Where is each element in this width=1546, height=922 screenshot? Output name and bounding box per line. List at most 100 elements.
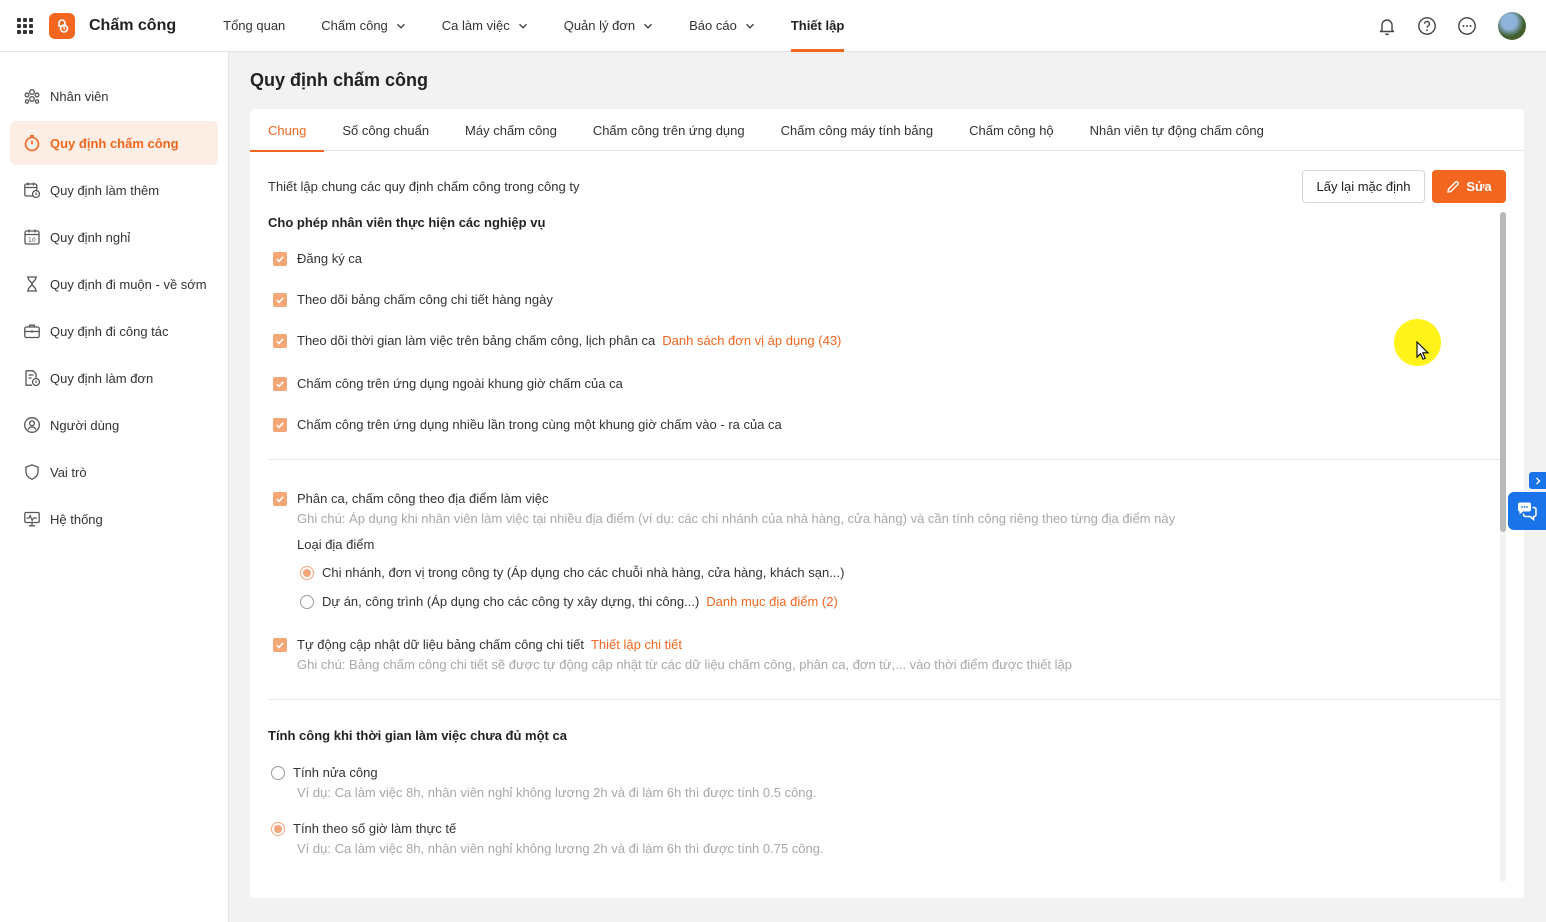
sidebar-item-nguoi-dung[interactable]: Người dùng <box>10 403 218 447</box>
option-note: Ghi chú: Bảng chấm công chi tiết sẽ được… <box>297 657 1072 672</box>
checkbox[interactable] <box>273 637 287 652</box>
radio-button[interactable] <box>300 565 314 580</box>
sidebar-item-quy-dinh-nghi[interactable]: 10 Quy định nghỉ <box>10 215 218 259</box>
checkbox[interactable] <box>273 491 287 506</box>
hourglass-icon <box>22 274 42 294</box>
option-note: Ghi chú: Áp dụng khi nhân viên làm việc … <box>297 511 1176 526</box>
tab-bar: Chung Số công chuẩn Máy chấm công Chấm c… <box>250 109 1524 152</box>
location-type-label: Loại địa điểm <box>297 537 375 552</box>
edit-button-label: Sửa <box>1466 179 1492 194</box>
nav-bao-cao[interactable]: Báo cáo <box>689 0 755 52</box>
sidebar-item-label: Quy định nghỉ <box>50 229 131 245</box>
tab-cham-cong-ung-dung[interactable]: Chấm công trên ứng dụng <box>593 109 745 151</box>
tab-cham-cong-may-tinh-bang[interactable]: Chấm công máy tính bảng <box>781 109 933 151</box>
tab-so-cong-chuan[interactable]: Số công chuẩn <box>342 109 429 151</box>
nav-thiet-lap[interactable]: Thiết lập <box>790 0 845 52</box>
bell-icon[interactable] <box>1376 15 1398 37</box>
nav-cham-cong[interactable]: Chấm công <box>321 0 405 52</box>
chevron-down-icon <box>745 23 754 29</box>
nav-label: Thiết lập <box>790 18 845 33</box>
checkbox[interactable] <box>273 333 287 348</box>
detail-settings-link[interactable]: Thiết lập chi tiết <box>591 637 682 652</box>
general-description: Thiết lập chung các quy định chấm công t… <box>268 179 580 194</box>
radio-button[interactable] <box>271 821 285 836</box>
sidebar: Nhân viên Quy định chấm công Quy định là… <box>0 52 229 922</box>
top-right-actions <box>1358 12 1526 40</box>
sidebar-item-vai-tro[interactable]: Vai trò <box>10 450 218 494</box>
top-nav: Tổng quan Chấm công Ca làm việc Quản lý … <box>223 0 880 52</box>
timer-icon <box>22 133 42 153</box>
section-title-permissions: Cho phép nhân viên thực hiện các nghiệp … <box>268 215 546 230</box>
user-circle-icon <box>22 415 42 435</box>
location-list-link[interactable]: Danh mục địa điểm (2) <box>706 594 838 609</box>
scrollbar-thumb[interactable] <box>1500 212 1506 532</box>
chat-icon[interactable] <box>1508 492 1546 530</box>
app-logo-icon <box>49 12 75 39</box>
nav-tong-quan[interactable]: Tổng quan <box>223 0 285 52</box>
radio-label: Chi nhánh, đơn vị trong công ty (Áp dụng… <box>322 565 845 580</box>
sidebar-item-quy-dinh-cham-cong[interactable]: Quy định chấm công <box>10 121 218 165</box>
section-title-incomplete-shift: Tính công khi thời gian làm việc chưa đủ… <box>268 728 567 743</box>
help-icon[interactable] <box>1416 15 1438 37</box>
edit-button[interactable]: Sửa <box>1432 170 1506 203</box>
page-title: Quy định chấm công <box>250 70 429 90</box>
sidebar-item-quy-dinh-lam-them[interactable]: Quy định làm thêm <box>10 168 218 212</box>
mouse-cursor-icon <box>1416 341 1430 360</box>
radio-button[interactable] <box>300 594 314 609</box>
location-radio-chi-nhanh: Chi nhánh, đơn vị trong công ty (Áp dụng… <box>300 565 844 580</box>
scrollbar[interactable] <box>1500 212 1506 882</box>
sidebar-item-label: Hệ thống <box>50 511 103 527</box>
nav-label: Ca làm việc <box>441 18 510 33</box>
sidebar-item-he-thong[interactable]: Hệ thống <box>10 497 218 541</box>
option-theo-doi-thoi-gian: Theo dõi thời gian làm việc trên bảng ch… <box>273 333 841 348</box>
checkbox[interactable] <box>273 376 287 391</box>
checkbox[interactable] <box>273 251 287 266</box>
app-grid-icon[interactable] <box>17 17 33 34</box>
nav-ca-lam-viec[interactable]: Ca làm việc <box>442 0 528 52</box>
option-label: Phân ca, chấm công theo địa điểm làm việ… <box>297 491 549 506</box>
sidebar-item-di-cong-tac[interactable]: Quy định đi công tác <box>10 309 218 353</box>
radio-button[interactable] <box>271 765 285 780</box>
more-icon[interactable] <box>1456 15 1478 37</box>
calendar-clock-icon <box>22 180 42 200</box>
sidebar-item-label: Quy định làm thêm <box>50 182 160 198</box>
nav-label: Tổng quan <box>223 18 286 33</box>
pencil-icon <box>1447 180 1460 193</box>
sidebar-item-label: Quy định chấm công <box>50 135 179 151</box>
option-tu-dong-cap-nhat: Tự động cập nhật dữ liệu bảng chấm công … <box>273 637 682 652</box>
divider <box>268 699 1500 700</box>
avatar[interactable] <box>1498 12 1526 40</box>
users-icon <box>22 86 42 106</box>
tab-chung[interactable]: Chung <box>250 109 325 152</box>
sidebar-item-label: Vai trò <box>50 464 87 480</box>
radio-label: Dự án, công trình (Áp dụng cho các công … <box>322 594 700 609</box>
checkbox[interactable] <box>273 292 287 307</box>
sidebar-item-lam-don[interactable]: Quy định làm đơn <box>10 356 218 400</box>
settings-card: Chung Số công chuẩn Máy chấm công Chấm c… <box>250 109 1524 898</box>
checkbox[interactable] <box>273 417 287 432</box>
nav-label: Quản lý đơn <box>563 18 636 33</box>
calc-radio-theo-gio: Tính theo số giờ làm thực tế <box>271 821 456 836</box>
reset-default-button[interactable]: Lấy lại mặc định <box>1302 170 1425 203</box>
option-label: Theo dõi bảng chấm công chi tiết hàng ng… <box>297 292 553 307</box>
sidebar-item-label: Quy định làm đơn <box>50 370 154 386</box>
option-label: Chấm công trên ứng dụng ngoài khung giờ … <box>297 376 623 391</box>
sidebar-item-label: Quy định đi muộn - về sớm <box>50 276 207 292</box>
sidebar-item-label: Người dùng <box>50 417 120 433</box>
nav-quan-ly-don[interactable]: Quản lý đơn <box>564 0 653 52</box>
location-radio-du-an: Dự án, công trình (Áp dụng cho các công … <box>300 594 838 609</box>
panel-toggle-chevron-icon[interactable] <box>1529 472 1546 489</box>
divider <box>268 459 1500 460</box>
tab-cham-cong-ho[interactable]: Chấm công hộ <box>969 109 1054 151</box>
top-bar: Chấm công Tổng quan Chấm công Ca làm việ… <box>0 0 1546 52</box>
tab-may-cham-cong[interactable]: Máy chấm công <box>465 109 557 151</box>
option-label: Đăng ký ca <box>297 251 363 266</box>
applied-units-link[interactable]: Danh sách đơn vị áp dụng (43) <box>662 333 841 348</box>
radio-label: Tính theo số giờ làm thực tế <box>293 821 457 836</box>
sidebar-item-nhan-vien[interactable]: Nhân viên <box>10 74 218 118</box>
option-nhieu-lan: Chấm công trên ứng dụng nhiều lần trong … <box>273 417 782 432</box>
chevron-down-icon <box>518 23 527 29</box>
tab-nhan-vien-tu-dong[interactable]: Nhân viên tự động chấm công <box>1090 109 1264 151</box>
sidebar-item-di-muon-ve-som[interactable]: Quy định đi muộn - về sớm <box>10 262 218 306</box>
option-label: Tự động cập nhật dữ liệu bảng chấm công … <box>297 637 584 652</box>
